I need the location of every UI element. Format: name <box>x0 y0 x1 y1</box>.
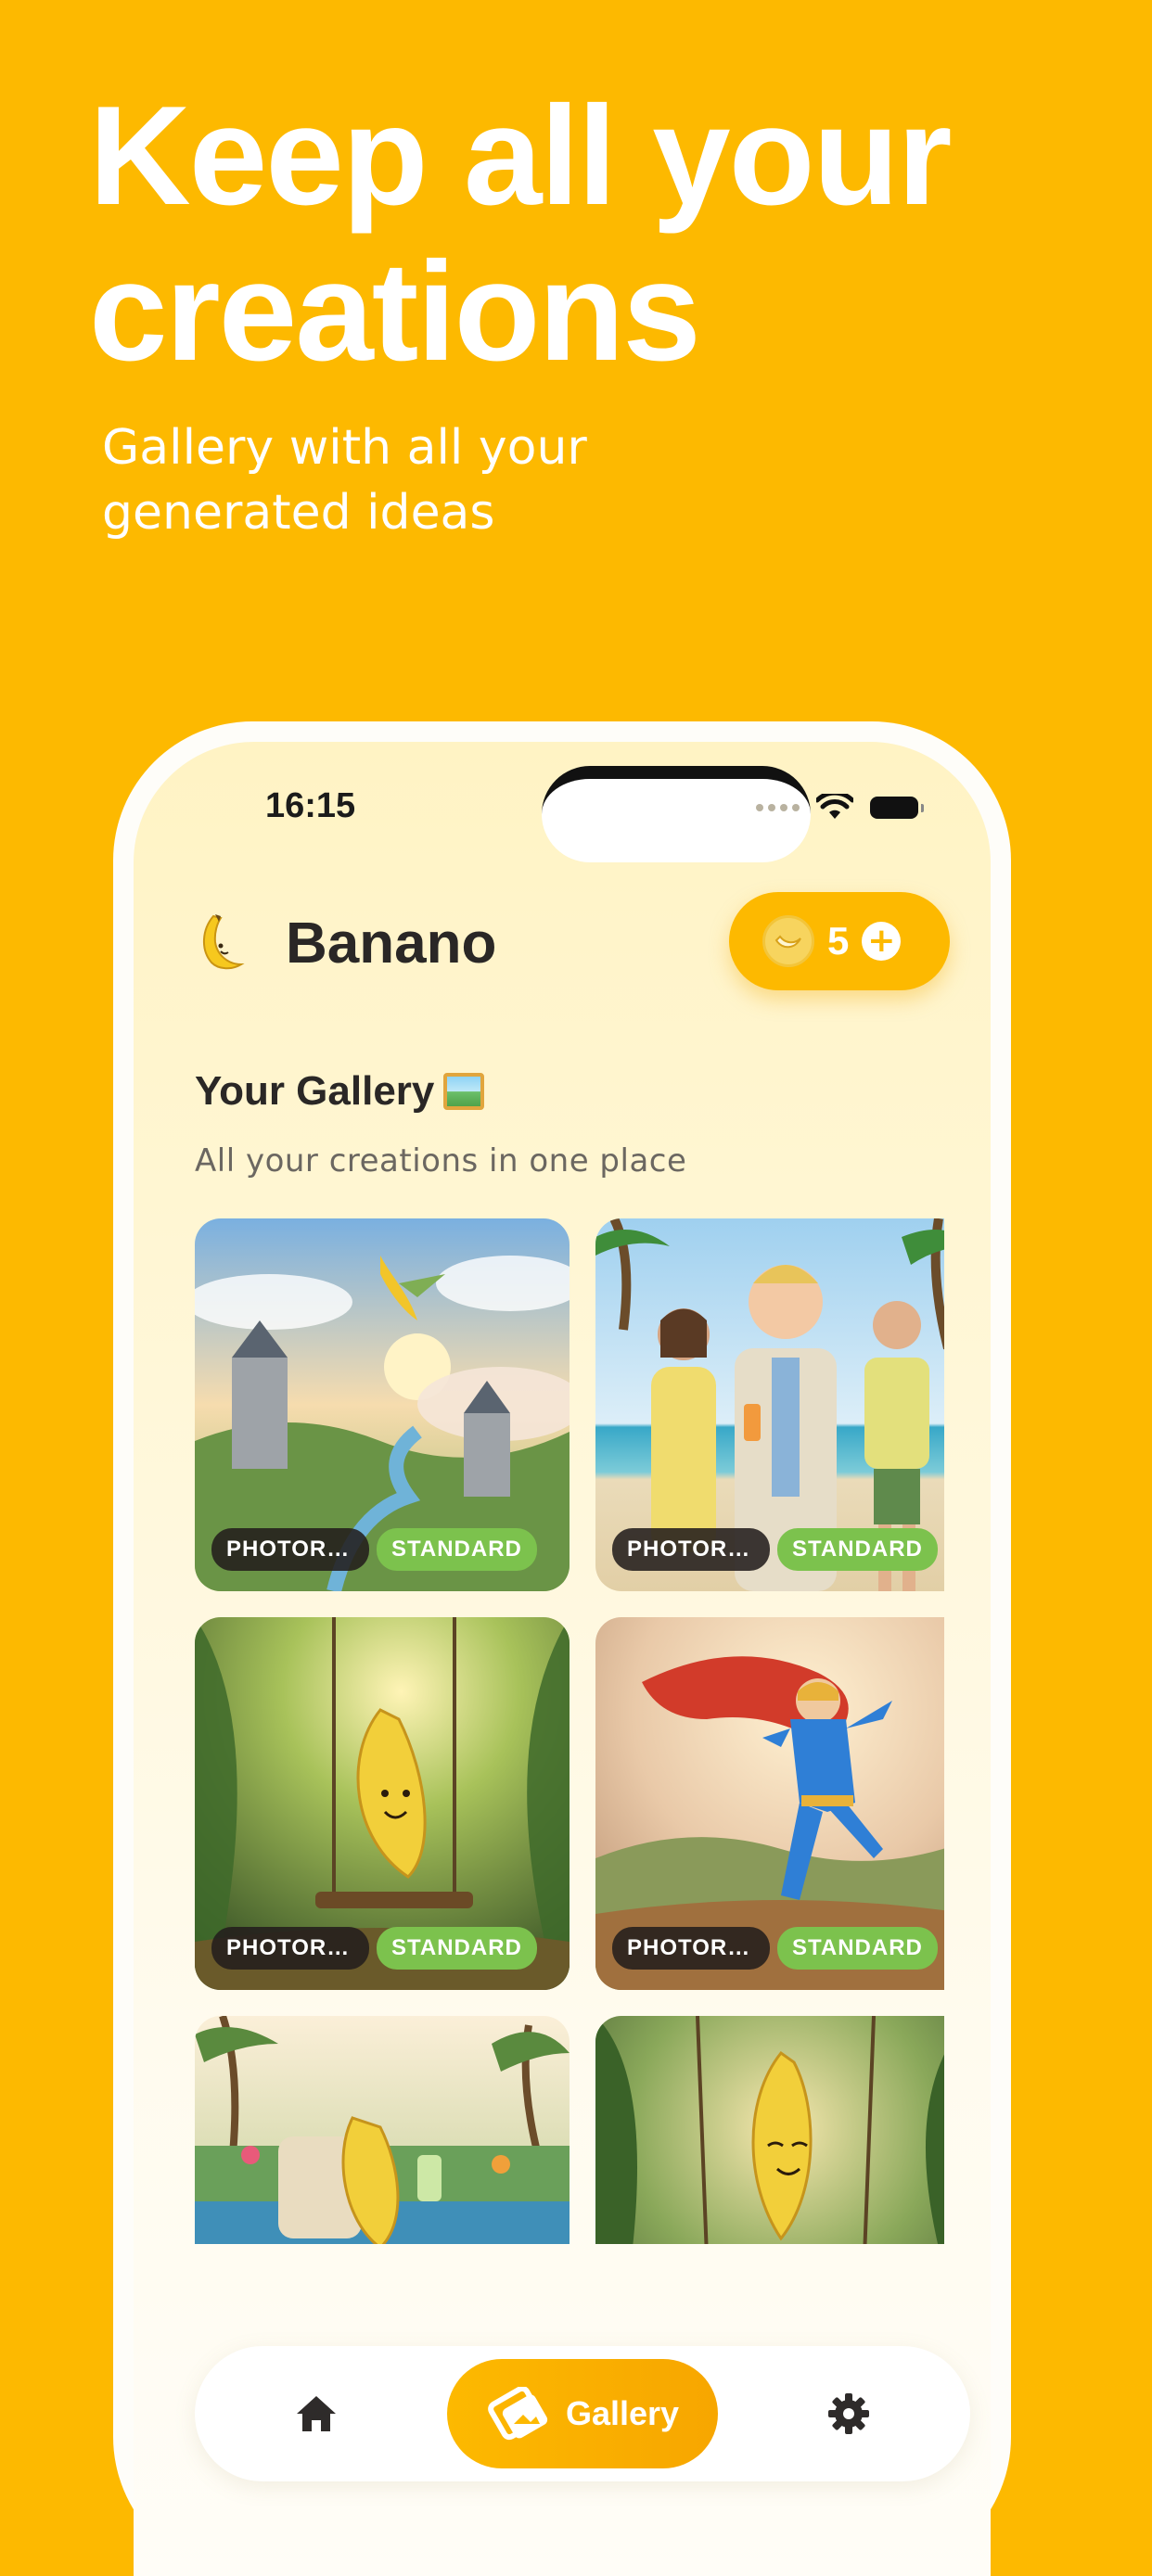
gallery-subtitle: All your creations in one place <box>195 1142 687 1180</box>
banana-logo-icon <box>203 914 245 970</box>
gear-icon <box>828 2393 869 2434</box>
nav-settings-button[interactable] <box>820 2385 877 2442</box>
gallery-card[interactable] <box>595 2016 944 2244</box>
gallery-title-text: Your Gallery <box>195 1068 435 1114</box>
gallery-card[interactable]: PHOTOREAL... STANDARD <box>595 1218 944 1591</box>
quality-tag: STANDARD <box>377 1528 537 1571</box>
wifi-icon <box>816 794 853 819</box>
gallery-card[interactable]: PHOTOREAL... STANDARD <box>595 1617 944 1990</box>
gallery-card[interactable]: PHOTOREAL... STANDARD <box>195 1617 570 1990</box>
phone-mockup: 16:15 Banano 5 + Your Gallery All your c… <box>113 721 1011 2576</box>
nav-gallery-button[interactable]: Gallery <box>447 2359 718 2468</box>
quality-tag: STANDARD <box>777 1528 938 1571</box>
quality-tag: STANDARD <box>377 1927 537 1970</box>
credits-count: 5 <box>827 919 850 963</box>
status-indicators <box>756 794 924 822</box>
credits-button[interactable]: 5 + <box>729 892 950 990</box>
home-icon <box>297 2396 336 2431</box>
gallery-icon <box>488 2387 548 2441</box>
gallery-card[interactable] <box>195 2016 570 2244</box>
gallery-title: Your Gallery <box>195 1068 485 1115</box>
card-tags: PHOTOREAL... STANDARD <box>612 1927 938 1970</box>
framed-picture-icon <box>443 1073 485 1110</box>
style-tag: PHOTOREAL... <box>612 1528 770 1571</box>
creation-image <box>595 2016 944 2244</box>
app-header: Banano 5 + <box>187 892 950 994</box>
battery-icon <box>870 797 924 819</box>
bottom-navigation: Gallery <box>195 2346 970 2481</box>
creation-image <box>195 2016 570 2244</box>
quality-tag: STANDARD <box>777 1927 938 1970</box>
style-tag: PHOTOREAL... <box>211 1528 369 1571</box>
style-tag: PHOTOREAL... <box>612 1927 770 1970</box>
gallery-card[interactable]: PHOTOREAL... STANDARD <box>195 1218 570 1591</box>
status-time: 16:15 <box>265 786 356 825</box>
nav-home-button[interactable] <box>288 2385 345 2442</box>
phone-screen: 16:15 Banano 5 + Your Gallery All your c… <box>134 742 991 2576</box>
card-tags: PHOTOREAL... STANDARD <box>211 1927 537 1970</box>
promo-headline: Keep all your creations <box>89 77 953 390</box>
card-tags: PHOTOREAL... STANDARD <box>612 1528 938 1571</box>
banana-coin-icon <box>762 915 814 967</box>
nav-gallery-label: Gallery <box>565 2394 680 2432</box>
add-credits-icon[interactable]: + <box>862 922 902 961</box>
style-tag: PHOTOREAL... <box>211 1927 369 1970</box>
card-tags: PHOTOREAL... STANDARD <box>211 1528 537 1571</box>
promo-subheadline: Gallery with all your generated ideas <box>102 420 587 541</box>
gallery-grid: PHOTOREAL... STANDARD <box>195 1218 944 2244</box>
cellular-signal-icon <box>756 804 800 811</box>
app-name: Banano <box>286 912 497 976</box>
